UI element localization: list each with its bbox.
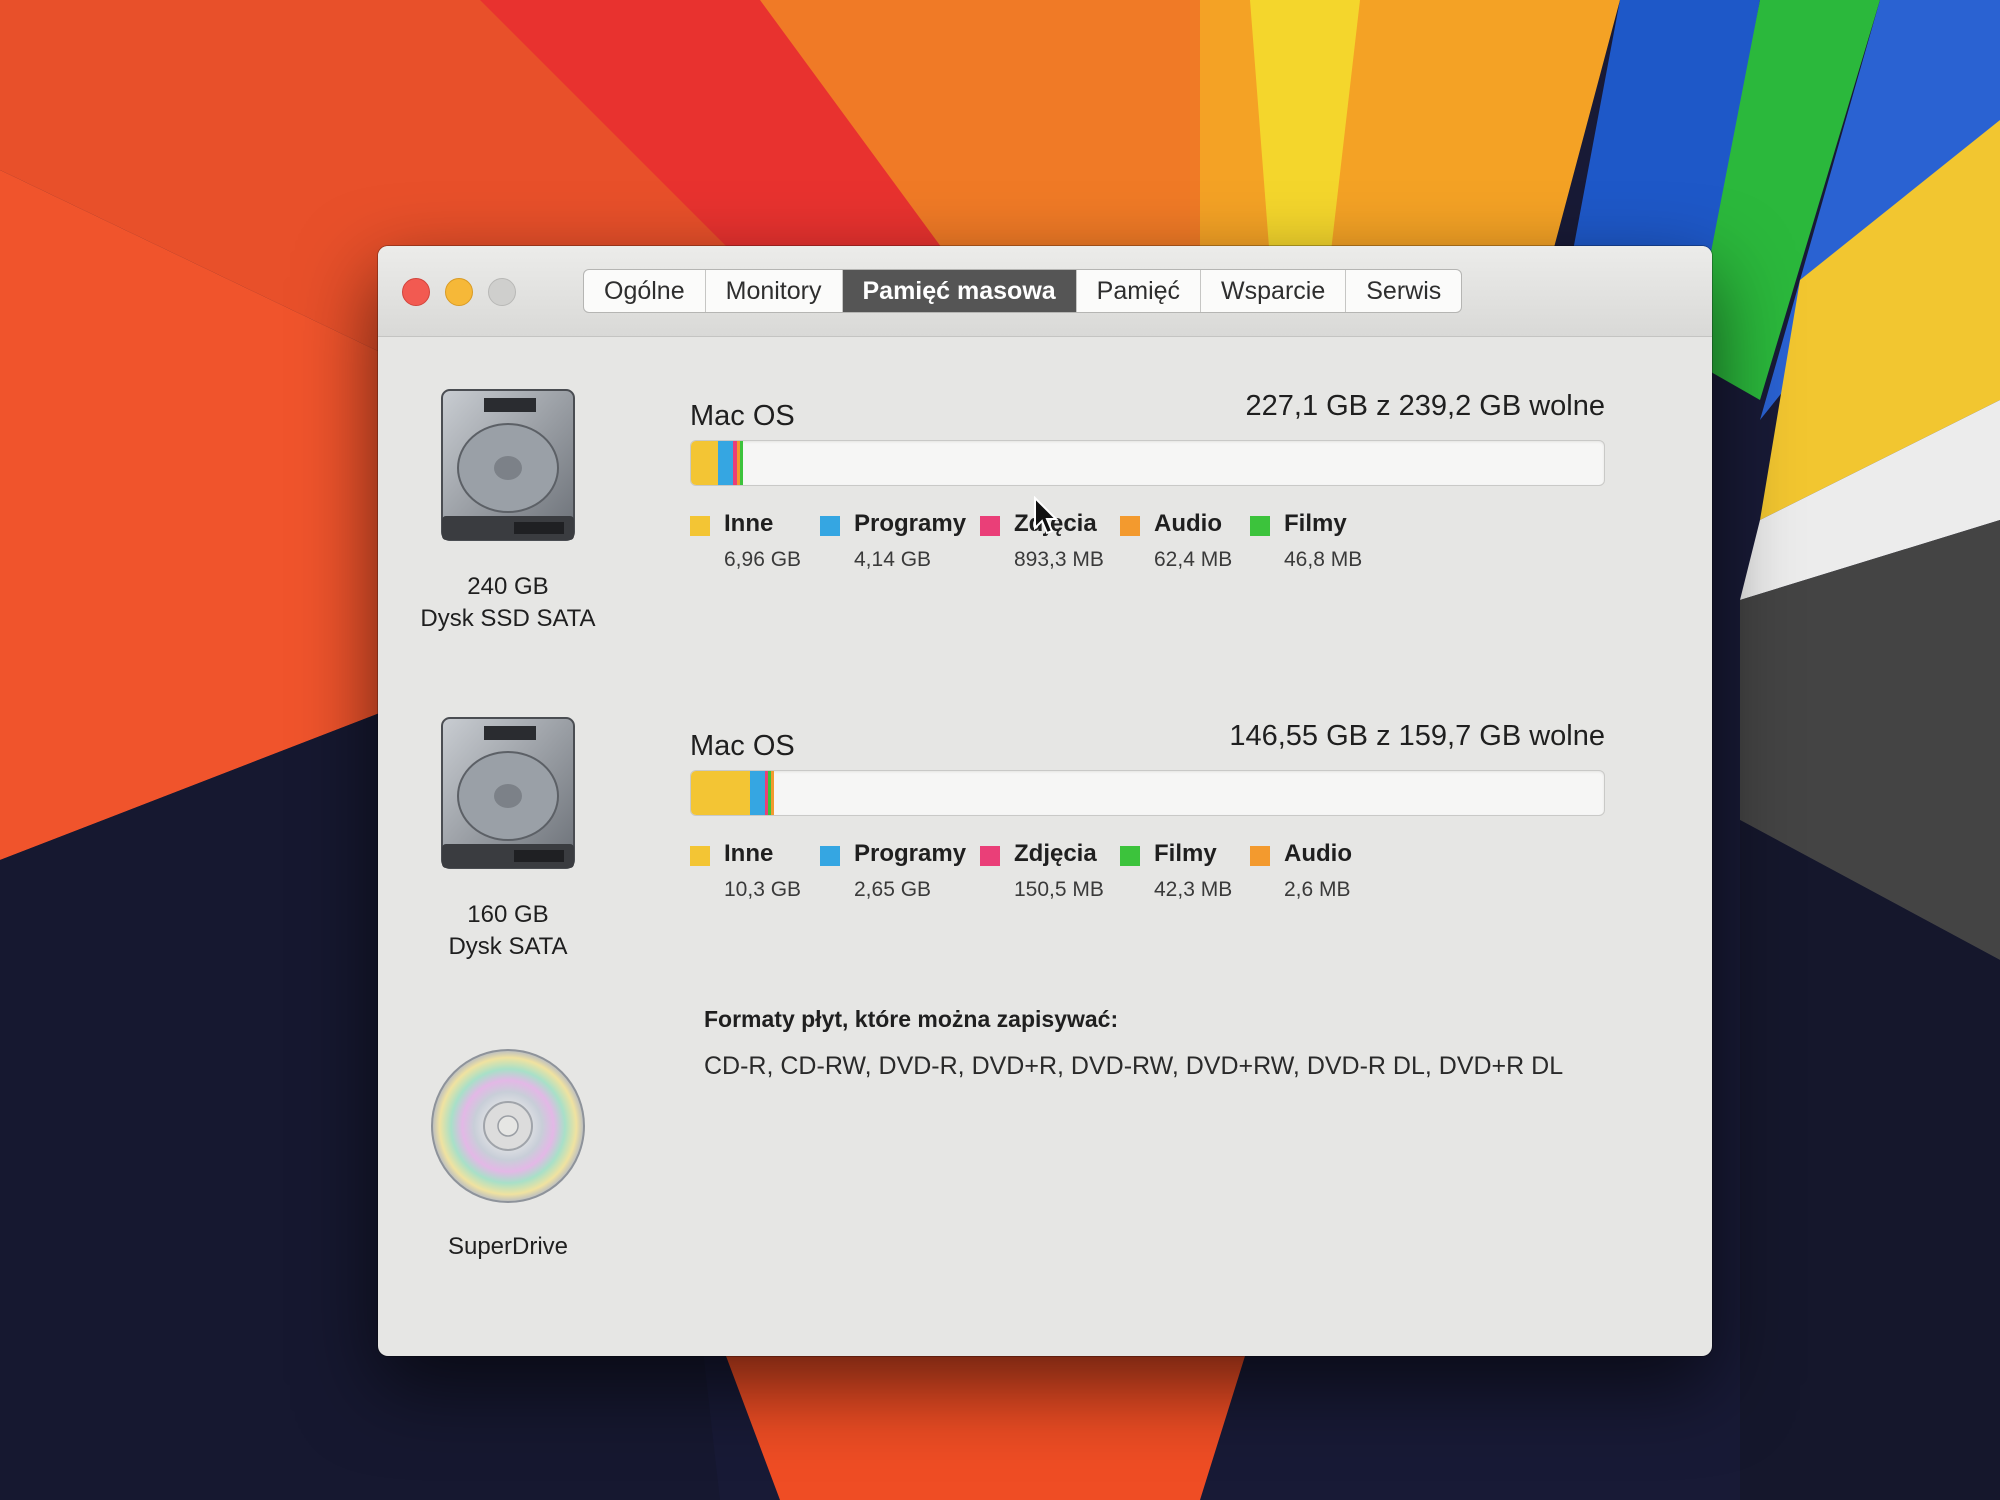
disc-formats-list: CD-R, CD-RW, DVD-R, DVD+R, DVD-RW, DVD+R… — [704, 1052, 1564, 1080]
zoom-window-button[interactable] — [488, 278, 516, 306]
disk-1-capacity: 240 GB — [467, 573, 549, 600]
legend-category-size: 2,65 GB — [854, 878, 932, 901]
tab-monitory[interactable]: Monitory — [706, 270, 843, 312]
legend-category-size: 10,3 GB — [724, 878, 802, 901]
volume-1-usage-bar — [690, 440, 1605, 486]
legend-swatch — [820, 846, 840, 866]
legend-category-size: 893,3 MB — [1014, 548, 1104, 571]
volume-2-free-space: 146,55 GB z 159,7 GB wolne — [1229, 720, 1605, 752]
legend-swatch — [1120, 516, 1140, 536]
optical-disc-icon — [431, 1049, 585, 1203]
legend-category-name: Filmy — [1284, 510, 1347, 537]
legend-category-name: Filmy — [1154, 840, 1217, 867]
legend-swatch — [690, 516, 710, 536]
legend-category-size: 150,5 MB — [1014, 878, 1104, 901]
volume-2-usage-bar — [690, 770, 1605, 816]
system-information-window: Ogólne Monitory Pamięć masowa Pamięć Wsp… — [378, 246, 1712, 1356]
tab-wsparcie[interactable]: Wsparcie — [1201, 270, 1347, 312]
legend-category-size: 4,14 GB — [854, 548, 932, 571]
legend-category-size: 2,6 MB — [1284, 878, 1351, 901]
superdrive[interactable]: SuperDrive — [408, 1046, 608, 1263]
legend-category-name: Inne — [724, 510, 774, 537]
tab-pamiec-masowa[interactable]: Pamięć masowa — [842, 270, 1077, 312]
usage-segment-2 — [717, 441, 734, 485]
mouse-pointer-icon — [1034, 496, 1059, 535]
legend-category-name: Programy — [854, 510, 967, 537]
legend-category-name: Inne — [724, 840, 774, 867]
tab-serwis[interactable]: Serwis — [1346, 270, 1461, 312]
legend-swatch — [1250, 846, 1270, 866]
usage-segment-5 — [739, 441, 743, 485]
legend-category-name: Audio — [1284, 840, 1352, 867]
minimize-window-button[interactable] — [445, 278, 473, 306]
legend-category-name: Zdjęcia — [1014, 840, 1097, 867]
disk-2-capacity: 160 GB — [467, 901, 549, 928]
legend-category-size: 6,96 GB — [724, 548, 802, 571]
volume-1-name: Mac OS — [690, 400, 795, 432]
usage-segment-2 — [749, 771, 766, 815]
usage-segment-1 — [691, 441, 718, 485]
hard-drive-icon — [441, 717, 575, 869]
disk-2[interactable]: 160 GB Dysk SATA — [408, 714, 608, 963]
legend-category-size: 42,3 MB — [1154, 878, 1233, 901]
tab-pamiec[interactable]: Pamięć — [1077, 270, 1202, 312]
legend-category-name: Audio — [1154, 510, 1222, 537]
volume-2-name: Mac OS — [690, 730, 795, 762]
legend-category-size: 62,4 MB — [1154, 548, 1233, 571]
usage-segment-5 — [771, 771, 775, 815]
disk-1[interactable]: 240 GB Dysk SSD SATA — [408, 386, 608, 635]
title-bar: Ogólne Monitory Pamięć masowa Pamięć Wsp… — [378, 246, 1712, 337]
close-window-button[interactable] — [402, 278, 430, 306]
legend-category-name: Programy — [854, 840, 967, 867]
usage-segment-1 — [691, 771, 750, 815]
disk-2-type: Dysk SATA — [448, 933, 568, 960]
storage-panel: 240 GB Dysk SSD SATA Mac OS 227,1 GB z 2… — [378, 336, 1712, 1356]
disc-formats-title: Formaty płyt, które można zapisywać: — [704, 1006, 1119, 1032]
tab-bar: Ogólne Monitory Pamięć masowa Pamięć Wsp… — [583, 269, 1463, 313]
tab-ogolne[interactable]: Ogólne — [584, 270, 706, 312]
legend-swatch — [820, 516, 840, 536]
superdrive-label: SuperDrive — [447, 1233, 569, 1260]
legend-swatch — [1120, 846, 1140, 866]
legend-category-size: 46,8 MB — [1284, 548, 1363, 571]
legend-swatch — [690, 846, 710, 866]
legend-swatch — [1250, 516, 1270, 536]
volume-1-free-space: 227,1 GB z 239,2 GB wolne — [1245, 390, 1606, 422]
hard-drive-icon — [441, 389, 575, 541]
disk-1-type: Dysk SSD SATA — [420, 605, 596, 632]
legend-swatch — [980, 516, 1000, 536]
legend-swatch — [980, 846, 1000, 866]
